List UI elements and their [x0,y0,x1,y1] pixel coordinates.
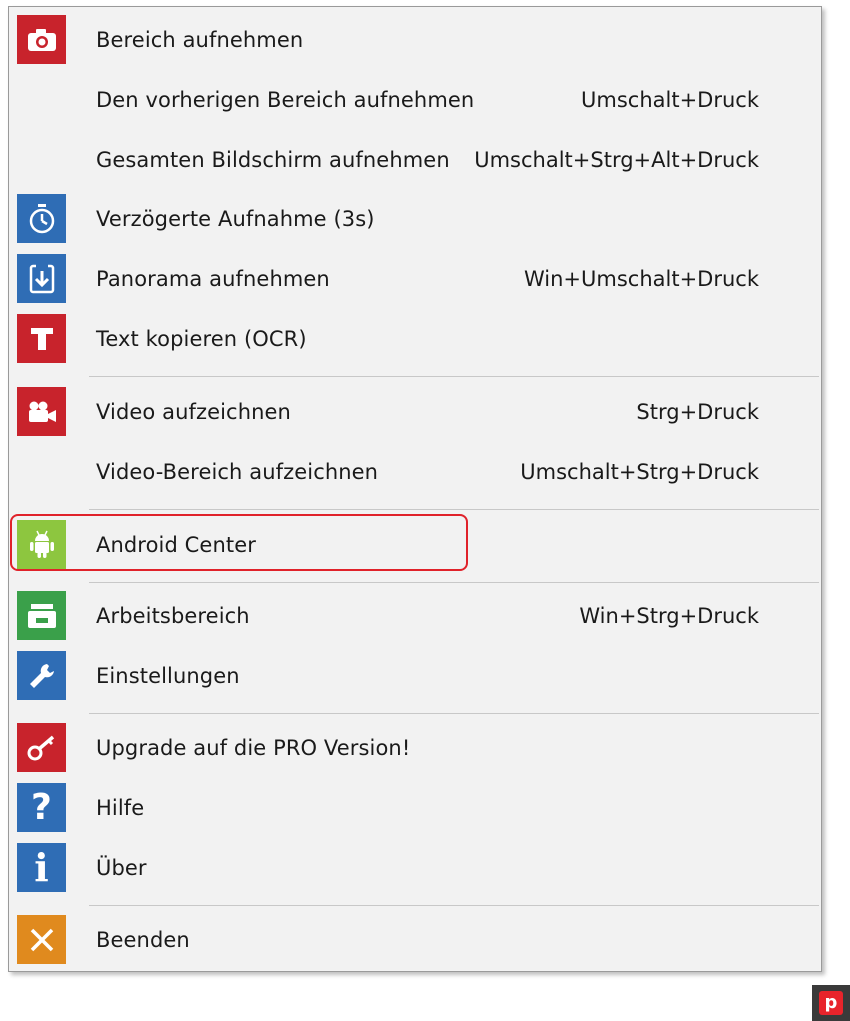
menu-separator [89,509,819,510]
menu-item-capture-fullscreen[interactable]: Gesamten Bildschirm aufnehmen Umschalt+S… [9,131,821,189]
context-menu: Bereich aufnehmen Den vorherigen Bereich… [8,6,822,972]
menu-item-about[interactable]: i Über [9,839,821,897]
menu-item-delayed-capture[interactable]: Verzögerte Aufnahme (3s) [9,190,821,248]
menu-separator [89,582,819,583]
menu-item-help[interactable]: ? Hilfe [9,779,821,837]
menu-item-label: Bereich aufnehmen [96,28,304,52]
info-icon: i [17,843,66,892]
menu-item-capture-previous-region[interactable]: Den vorherigen Bereich aufnehmen Umschal… [9,71,821,129]
menu-item-exit[interactable]: Beenden [9,911,821,969]
menu-separator [89,713,819,714]
key-icon [17,723,66,772]
menu-item-label: Arbeitsbereich [96,604,250,628]
menu-item-shortcut: Umschalt+Strg+Alt+Druck [474,148,759,172]
menu-item-shortcut: Win+Umschalt+Druck [523,267,759,291]
menu-item-label: Upgrade auf die PRO Version! [96,736,411,760]
menu-item-record-video[interactable]: Video aufzeichnen Strg+Druck [9,383,821,441]
text-t-icon [17,314,66,363]
menu-item-label: Über [96,856,147,880]
menu-item-shortcut: Umschalt+Druck [581,88,759,112]
wrench-icon [17,651,66,700]
menu-separator [89,376,819,377]
panorama-icon [17,254,66,303]
menu-item-label: Gesamten Bildschirm aufnehmen [96,148,450,172]
menu-item-label: Android Center [96,533,256,557]
menu-item-label: Einstellungen [96,664,240,688]
menu-item-shortcut: Umschalt+Strg+Druck [520,460,759,484]
menu-item-workspace[interactable]: Arbeitsbereich Win+Strg+Druck [9,587,821,645]
menu-separator [89,905,819,906]
menu-item-panorama-capture[interactable]: Panorama aufnehmen Win+Umschalt+Druck [9,250,821,308]
menu-item-label: Verzögerte Aufnahme (3s) [96,207,375,231]
timer-icon [17,194,66,243]
menu-item-shortcut: Win+Strg+Druck [579,604,759,628]
menu-item-label: Den vorherigen Bereich aufnehmen [96,88,475,112]
menu-item-label: Video-Bereich aufzeichnen [96,460,379,484]
menu-item-record-video-region[interactable]: Video-Bereich aufzeichnen Umschalt+Strg+… [9,443,821,501]
menu-item-label: Beenden [96,928,190,952]
video-camera-icon [17,387,66,436]
menu-item-label: Hilfe [96,796,145,820]
menu-item-upgrade-pro[interactable]: Upgrade auf die PRO Version! [9,719,821,777]
menu-item-label: Text kopieren (OCR) [96,327,307,351]
close-icon [17,915,66,964]
menu-item-label: Video aufzeichnen [96,400,291,424]
help-icon: ? [17,783,66,832]
android-icon [17,520,66,569]
workspace-icon [17,591,66,640]
menu-item-settings[interactable]: Einstellungen [9,647,821,705]
menu-item-shortcut: Strg+Druck [636,400,759,424]
menu-item-android-center[interactable]: Android Center [9,516,821,574]
picpick-tray-icon[interactable]: p [812,985,850,1021]
menu-item-capture-region[interactable]: Bereich aufnehmen [9,11,821,69]
tray-icon-letter: p [824,992,838,1013]
menu-item-copy-text-ocr[interactable]: Text kopieren (OCR) [9,310,821,368]
menu-item-label: Panorama aufnehmen [96,267,330,291]
camera-icon [17,15,66,64]
